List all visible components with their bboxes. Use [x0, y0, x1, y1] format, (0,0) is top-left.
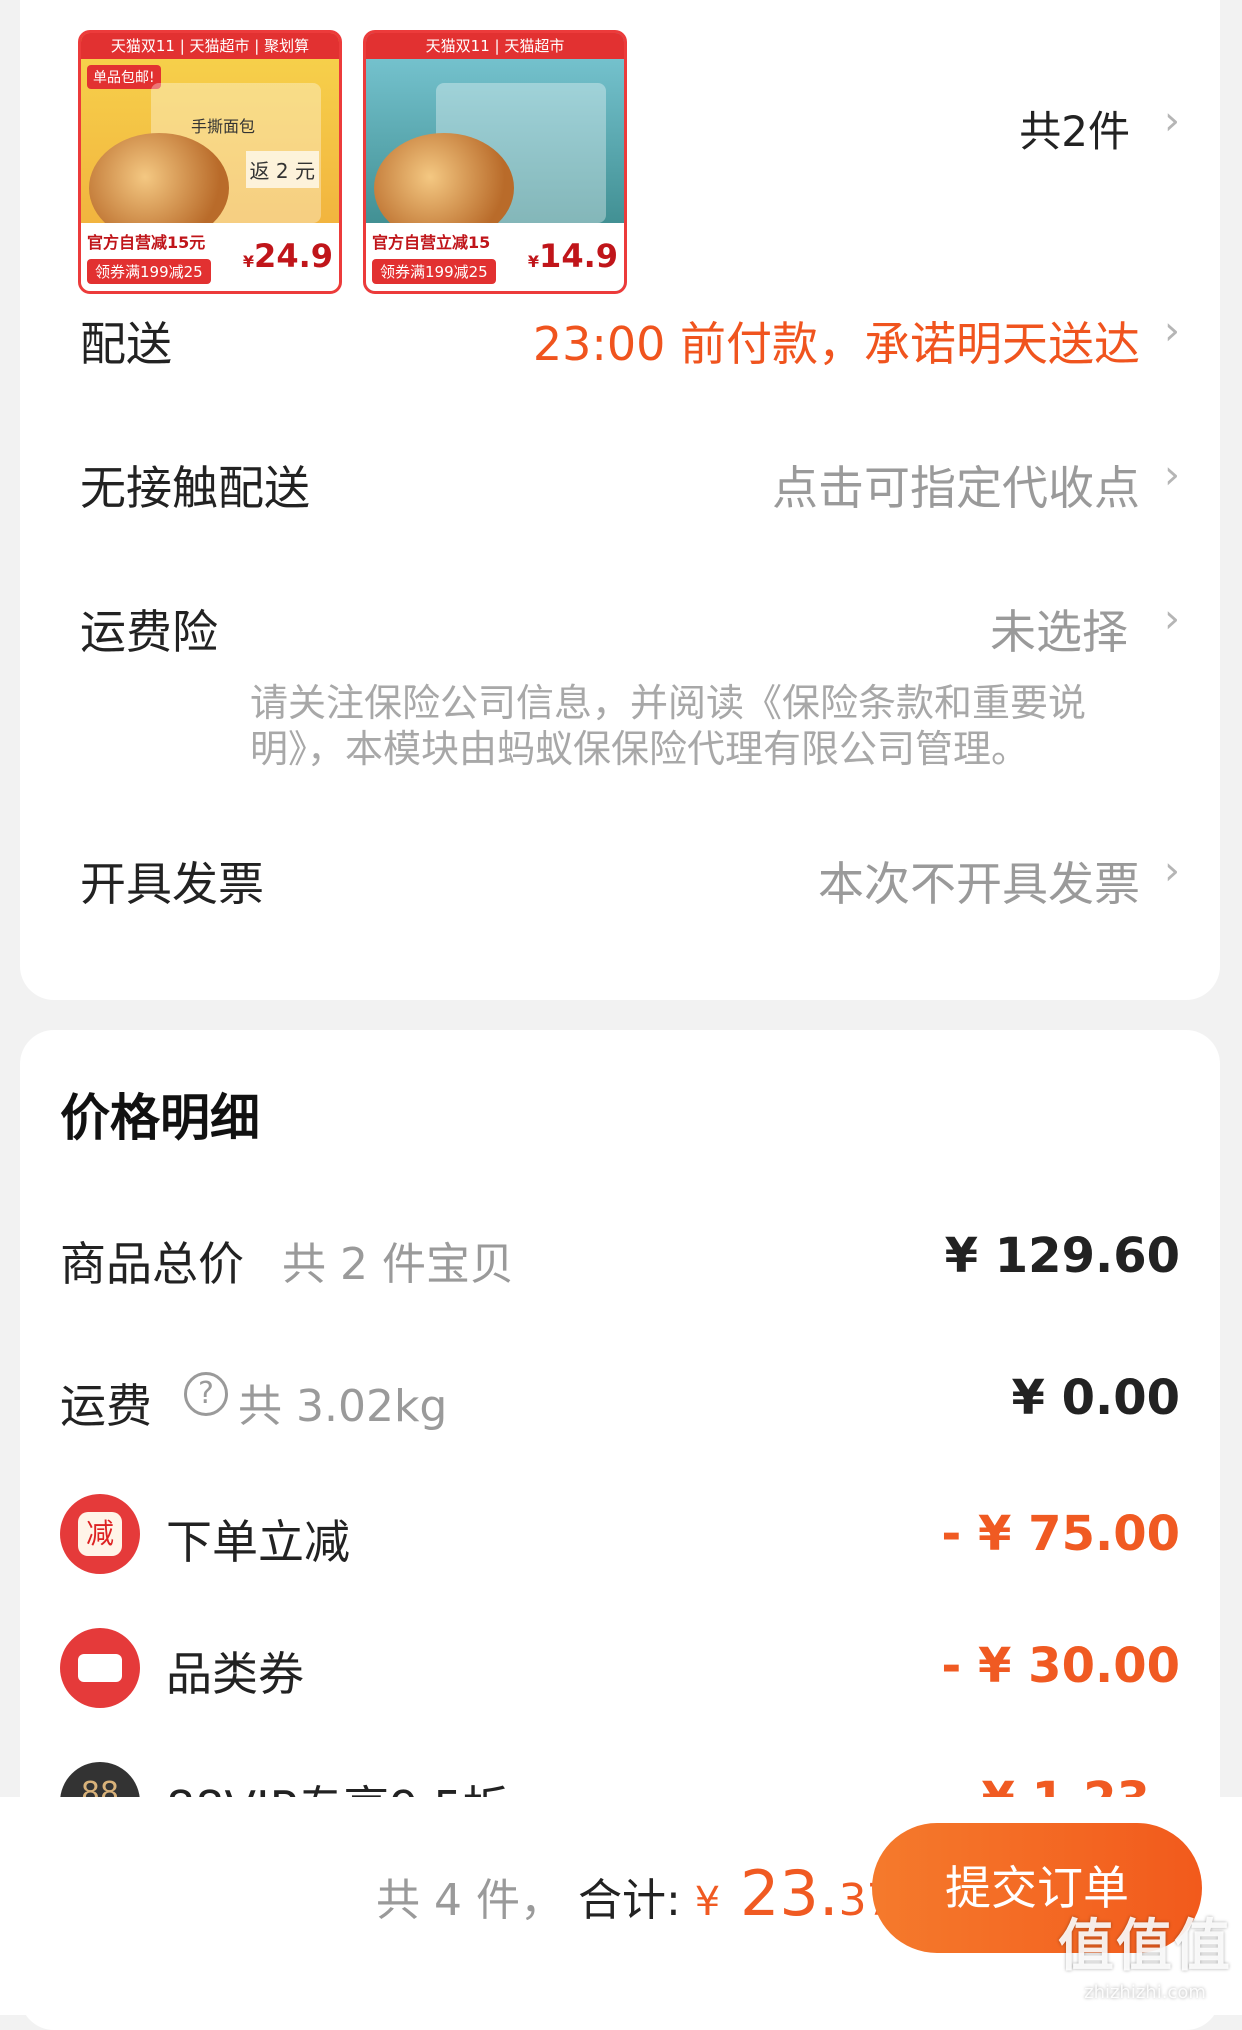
total-amount-int: 23.	[720, 1857, 839, 1930]
total-label: 合计:	[577, 1875, 681, 1926]
product-tag: 单品包邮!	[87, 65, 161, 89]
shipping-label: 运费	[60, 1379, 152, 1433]
shipping-weight: 共 3.02kg	[238, 1381, 448, 1432]
price-detail-title: 价格明细	[60, 1089, 260, 1147]
product-promo: 官方自营减15元	[87, 233, 206, 252]
order-info-card: 天猫双11 | 天猫超市 | 聚划算 单品包邮! 手撕面包 返 2 元 官方自营…	[20, 0, 1220, 1000]
category-coupon-label: 品类券	[166, 1647, 304, 1701]
shipping-amount: ¥ 0.00	[1011, 1370, 1180, 1426]
contactless-label: 无接触配送	[80, 461, 310, 515]
product-coupon: 领券满199减25	[87, 259, 211, 284]
contactless-value[interactable]: 点击可指定代收点	[772, 452, 1140, 518]
instant-discount-amount: - ¥ 75.00	[941, 1506, 1180, 1562]
insurance-label: 运费险	[80, 605, 218, 659]
product-price: ¥14.9	[527, 237, 618, 275]
product-thumbnail[interactable]: 天猫双11 | 天猫超市 | 聚划算 单品包邮! 手撕面包 返 2 元 官方自营…	[78, 30, 342, 294]
delivery-value[interactable]: 23:00 前付款，承诺明天送达	[533, 308, 1140, 374]
product-coupon: 领券满199减25	[372, 259, 496, 284]
product-name: 手撕面包	[191, 117, 256, 136]
category-coupon-amount: - ¥ 30.00	[941, 1638, 1180, 1694]
goods-count: 共 2 件宝贝	[282, 1239, 514, 1290]
insurance-value[interactable]: 未选择	[990, 596, 1128, 662]
product-promo: 官方自营立减15	[372, 233, 491, 252]
product-price-strip: 官方自营立减15 领券满199减25 ¥14.9	[366, 223, 624, 291]
delivery-label: 配送	[80, 317, 172, 371]
product-price-strip: 官方自营减15元 领券满199减25 ¥24.9	[81, 223, 339, 291]
goods-total-amount: ¥ 129.60	[944, 1228, 1180, 1284]
chevron-right-icon[interactable]: ›	[1164, 308, 1180, 354]
chevron-right-icon[interactable]: ›	[1164, 596, 1180, 642]
goods-total-label: 商品总价	[60, 1237, 244, 1291]
help-icon[interactable]: ?	[184, 1372, 228, 1416]
product-banner: 天猫双11 | 天猫超市 | 聚划算	[81, 33, 339, 59]
checkout-bar: 共 4 件， 合计: ¥ 23.37 提交订单 值值值 zhizhizhi.co…	[0, 1797, 1242, 2015]
invoice-value[interactable]: 本次不开具发票	[818, 848, 1140, 914]
product-thumbnails[interactable]: 天猫双11 | 天猫超市 | 聚划算 单品包邮! 手撕面包 返 2 元 官方自营…	[60, 30, 1180, 298]
product-thumbnail[interactable]: 天猫双11 | 天猫超市 官方自营立减15 领券满199减25 ¥14.9	[363, 30, 627, 294]
order-total: 共 4 件， 合计: ¥ 23.37	[376, 1857, 895, 1930]
invoice-label: 开具发票	[80, 857, 264, 911]
chevron-right-icon[interactable]: ›	[1164, 452, 1180, 498]
product-banner: 天猫双11 | 天猫超市	[366, 33, 624, 59]
chevron-right-icon[interactable]: ›	[1164, 98, 1180, 144]
watermark-logo: 值值值 zhizhizhi.com	[1058, 1914, 1232, 2003]
total-count: 共 4 件，	[376, 1875, 564, 1926]
product-note: 返 2 元	[245, 151, 319, 188]
insurance-note: 请关注保险公司信息，并阅读《保险条款和重要说明》，本模块由蚂蚁保保险代理有限公司…	[250, 681, 1087, 771]
instant-discount-label: 下单立减	[166, 1515, 350, 1569]
product-price: ¥24.9	[242, 237, 333, 275]
coupon-icon	[60, 1628, 140, 1708]
discount-icon: 减	[60, 1494, 140, 1574]
item-count[interactable]: 共2件	[1019, 98, 1130, 159]
total-currency: ¥	[694, 1879, 721, 1925]
chevron-right-icon[interactable]: ›	[1164, 848, 1180, 894]
